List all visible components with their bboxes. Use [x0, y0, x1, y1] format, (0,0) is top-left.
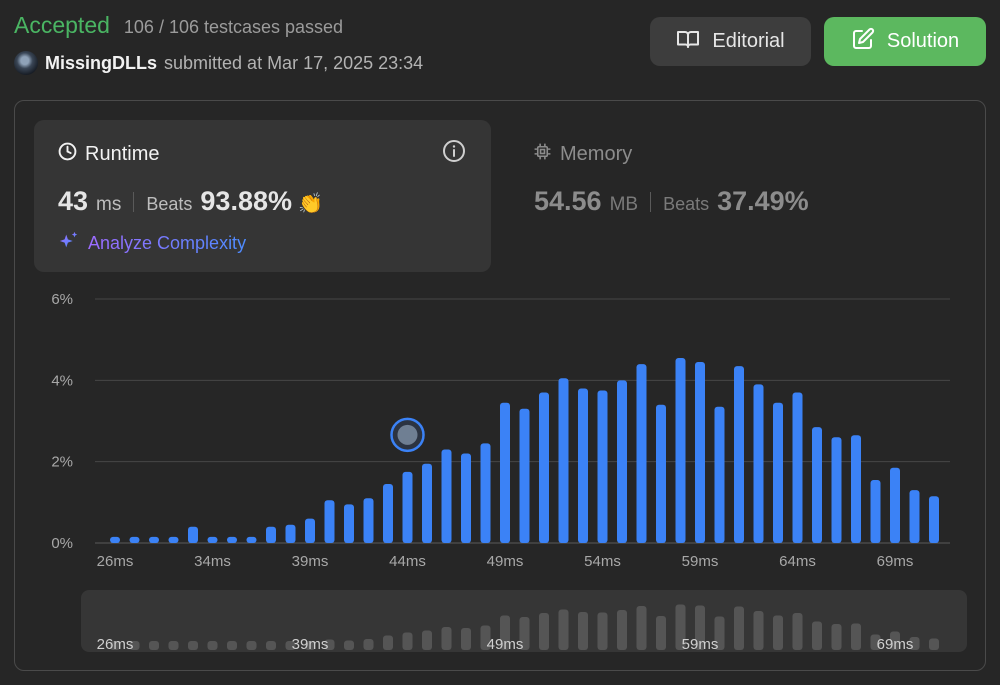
selected-avatar-image [397, 424, 418, 445]
bar[interactable] [597, 390, 608, 544]
overview-tick-label: 26ms [97, 636, 134, 653]
overview-bar [558, 609, 569, 650]
bar[interactable] [305, 518, 315, 543]
x-tick-label: 64ms [779, 553, 816, 570]
overview-bar [441, 627, 452, 650]
overview-bar [792, 613, 803, 650]
overview-bar [363, 639, 374, 650]
bar[interactable] [714, 406, 725, 543]
bar[interactable] [344, 504, 354, 543]
y-tick-label: 6% [51, 291, 73, 308]
overview-bar [617, 610, 627, 650]
overview-bar [344, 640, 354, 650]
bar[interactable] [753, 384, 764, 543]
x-tick-label: 49ms [487, 553, 524, 570]
bar[interactable] [188, 526, 198, 543]
bar[interactable] [461, 453, 471, 543]
x-tick-label: 39ms [292, 553, 329, 570]
overview-bar [636, 606, 647, 650]
bar[interactable] [324, 500, 335, 543]
overview-tick-label: 69ms [877, 636, 914, 653]
overview-bar [461, 628, 471, 650]
x-tick-label: 44ms [389, 553, 426, 570]
bar[interactable] [870, 479, 881, 543]
bar[interactable] [383, 484, 393, 543]
x-tick-label: 34ms [194, 553, 231, 570]
bar[interactable] [812, 427, 822, 543]
bar[interactable] [675, 357, 686, 543]
overview-tick-label: 59ms [682, 636, 719, 653]
overview-bar [207, 641, 218, 650]
bar[interactable] [773, 402, 783, 543]
overview-bar [422, 630, 432, 650]
overview-bar [402, 632, 413, 650]
bar[interactable] [363, 498, 374, 543]
bar[interactable] [792, 392, 803, 543]
y-tick-label: 4% [51, 372, 73, 389]
overview-bar [597, 612, 608, 650]
bar[interactable] [519, 408, 530, 543]
overview-bar [168, 641, 179, 650]
bar[interactable] [441, 449, 452, 543]
runtime-distribution-chart: 0% 2% 4% 6% 26ms 34ms 39ms 44ms 49ms 54ms 59ms 64ms… [51, 291, 967, 653]
bar[interactable] [402, 471, 413, 543]
y-tick-label: 2% [51, 454, 73, 471]
overview-bar [773, 615, 783, 650]
overview-bar [266, 641, 276, 650]
x-tick-label: 69ms [877, 553, 914, 570]
bar[interactable] [110, 536, 120, 543]
bar[interactable] [636, 364, 647, 543]
bar[interactable] [129, 536, 140, 543]
overview-bar [246, 641, 257, 650]
bar[interactable] [480, 443, 491, 543]
bar[interactable] [422, 463, 432, 543]
bar[interactable] [617, 380, 627, 543]
bar[interactable] [831, 437, 842, 543]
bar[interactable] [149, 536, 159, 543]
bar[interactable] [168, 536, 179, 543]
bar[interactable] [500, 402, 510, 543]
overview-bar [734, 606, 744, 650]
x-tick-label: 59ms [682, 553, 719, 570]
overview-bar [383, 635, 393, 650]
overview-bar [929, 638, 939, 650]
bar[interactable] [578, 388, 588, 543]
bar[interactable] [656, 404, 666, 543]
bar[interactable] [929, 496, 939, 543]
bar[interactable] [246, 536, 257, 543]
overview-bar [188, 641, 198, 650]
overview-bar [656, 616, 666, 650]
overview-bar [831, 624, 842, 650]
overview-tick-label: 39ms [292, 636, 329, 653]
bar[interactable] [851, 435, 861, 543]
overview-bar [851, 623, 861, 650]
y-tick-label: 0% [51, 535, 73, 552]
bar[interactable] [909, 490, 920, 543]
overview-bar [149, 641, 159, 650]
bar[interactable] [558, 378, 569, 543]
bar[interactable] [539, 392, 549, 543]
overview-bar [812, 621, 822, 650]
overview-bar [227, 641, 237, 650]
bar[interactable] [266, 526, 276, 543]
x-tick-label: 54ms [584, 553, 621, 570]
bar[interactable] [695, 362, 705, 543]
bar[interactable] [207, 536, 218, 543]
bar[interactable] [890, 467, 900, 543]
overview-tick-label: 49ms [487, 636, 524, 653]
x-tick-label: 26ms [97, 553, 134, 570]
bar[interactable] [227, 536, 237, 543]
bar[interactable] [285, 524, 296, 543]
overview-bar [578, 612, 588, 650]
bar[interactable] [734, 366, 744, 543]
overview-bar [753, 611, 764, 650]
overview-bar [539, 613, 549, 650]
